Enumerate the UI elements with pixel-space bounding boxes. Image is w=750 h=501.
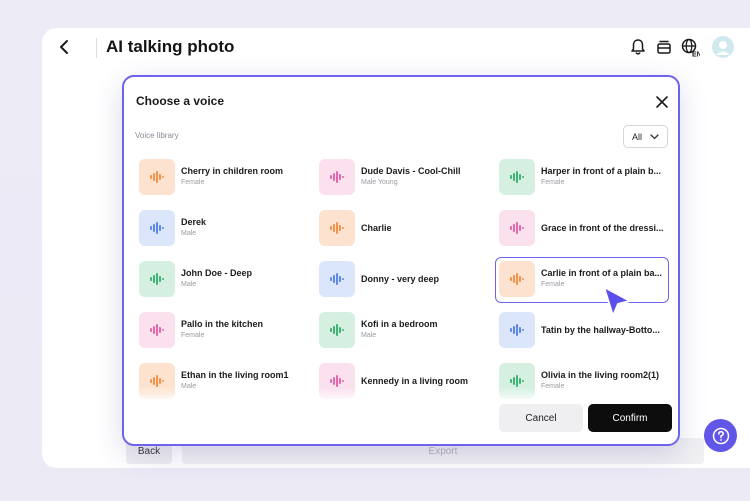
help-button[interactable] (704, 419, 737, 452)
voice-wave-icon (499, 210, 535, 246)
voice-meta: Female (541, 281, 565, 288)
voice-name: Tatin by the hallway-Botto... (541, 325, 660, 335)
voice-item[interactable]: Grace in front of the dressi... (499, 209, 671, 249)
title-divider (96, 38, 97, 58)
confirm-button[interactable]: Confirm (588, 404, 672, 432)
voice-name: Pallo in the kitchen (181, 319, 264, 329)
voice-item[interactable]: Dude Davis - Cool-Chill Male Young (319, 158, 491, 198)
voice-name: Derek (181, 217, 207, 227)
voice-name: Cherry in children room (181, 166, 284, 176)
voice-meta: Male (181, 230, 197, 237)
voice-wave-icon (139, 159, 175, 195)
mouse-cursor-icon (603, 286, 631, 317)
voice-name: Olivia in the living room2(1) (541, 370, 660, 380)
subscription-icon[interactable] (654, 37, 674, 57)
cancel-button[interactable]: Cancel (499, 404, 583, 432)
voice-name: John Doe - Deep (181, 268, 253, 278)
voice-item[interactable]: Donny - very deep (319, 260, 491, 300)
top-bar: AI talking photo EN (42, 28, 750, 68)
voice-meta: Female (181, 179, 205, 186)
voice-wave-icon (139, 210, 175, 246)
bell-icon[interactable] (628, 37, 648, 57)
voice-meta: Female (541, 179, 565, 186)
voice-wave-icon (499, 159, 535, 195)
back-arrow-icon[interactable] (56, 38, 72, 56)
voice-name: Donny - very deep (361, 274, 440, 284)
voice-item[interactable]: Cherry in children room Female (139, 158, 311, 198)
voice-name: Ethan in the living room1 (181, 370, 289, 380)
voice-wave-icon (319, 312, 355, 348)
page-title: AI talking photo (106, 37, 235, 56)
voice-item[interactable]: Pallo in the kitchen Female (139, 311, 311, 351)
voice-name: Grace in front of the dressi... (541, 223, 664, 233)
voice-wave-icon (139, 312, 175, 348)
voice-name: Kennedy in a living room (361, 376, 469, 386)
voice-wave-icon (319, 159, 355, 195)
voice-meta: Male Young (361, 179, 398, 186)
avatar-person-icon (716, 41, 730, 55)
voice-wave-icon (499, 312, 535, 348)
voice-item[interactable]: Carlie in front of a plain ba... Female (495, 257, 671, 303)
voice-wave-icon (139, 261, 175, 297)
voice-wave-icon (319, 261, 355, 297)
voice-name: Carlie in front of a plain ba... (541, 268, 663, 278)
voice-item[interactable]: Harper in front of a plain b... Female (499, 158, 671, 198)
voice-meta: Male (361, 332, 377, 339)
voice-grid: Cherry in children room Female Dude Davis … (124, 77, 678, 399)
user-avatar[interactable] (712, 36, 734, 58)
voice-name: Dude Davis - Cool-Chill (361, 166, 461, 176)
scroll-fade (124, 387, 678, 403)
voice-wave-icon (499, 261, 535, 297)
voice-name: Kofi in a bedroom (361, 319, 438, 329)
voice-item[interactable]: Derek Male (139, 209, 311, 249)
language-globe-icon[interactable]: EN (680, 37, 700, 57)
voice-item[interactable]: Kofi in a bedroom Male (319, 311, 491, 351)
help-question-icon (712, 427, 729, 444)
voice-item[interactable]: John Doe - Deep Male (139, 260, 311, 300)
language-badge: EN (692, 52, 700, 58)
voice-meta: Male (181, 281, 197, 288)
voice-wave-icon (319, 210, 355, 246)
choose-voice-dialog: Choose a voice Voice library All Cherry … (122, 75, 680, 446)
voice-item[interactable]: Tatin by the hallway-Botto... (499, 311, 671, 351)
voice-meta: Female (181, 332, 205, 339)
voice-name: Charlie (361, 223, 392, 233)
voice-item[interactable]: Charlie (319, 209, 491, 249)
voice-name: Harper in front of a plain b... (541, 166, 662, 176)
